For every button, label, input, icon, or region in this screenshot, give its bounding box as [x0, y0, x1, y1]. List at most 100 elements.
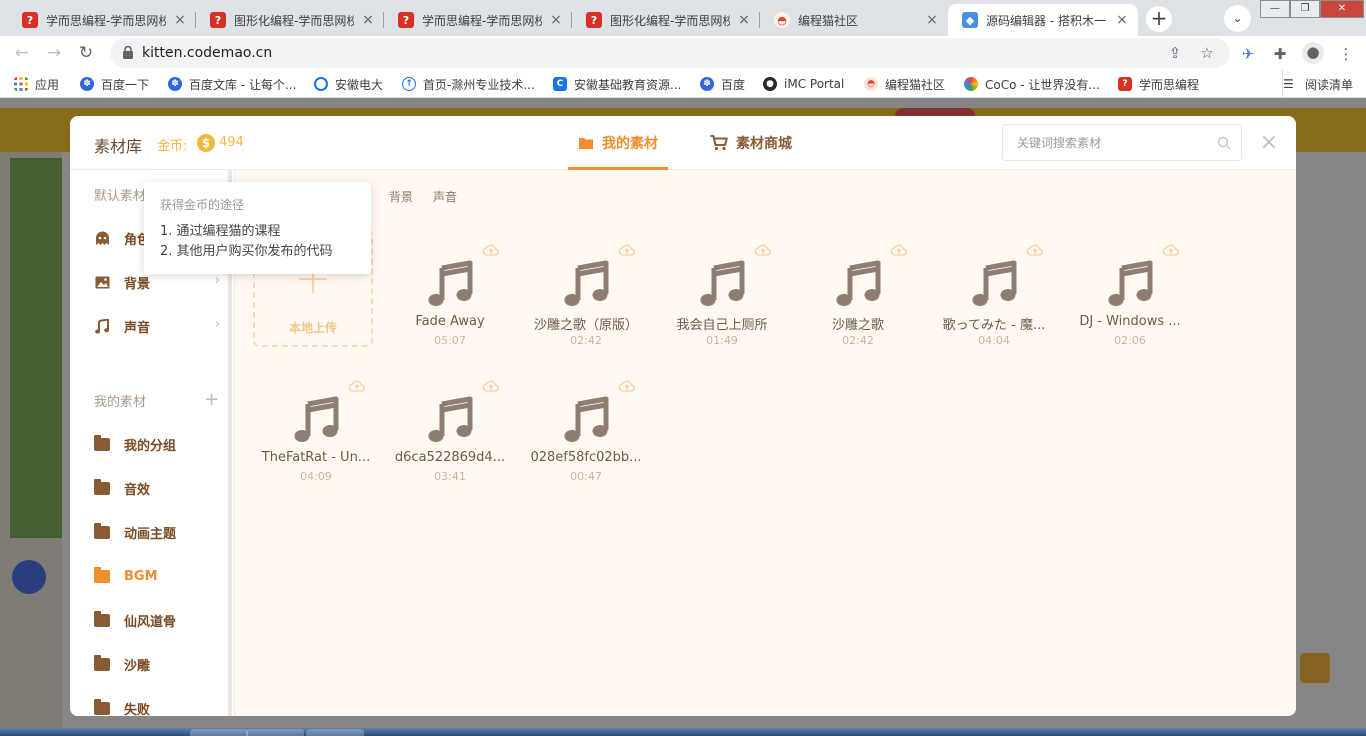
- reading-list-button[interactable]: ☰ 阅读清单: [1282, 70, 1353, 98]
- bookmark-apps[interactable]: 应用: [14, 70, 59, 98]
- tab-title: 学而思编程-学而思网校: [422, 13, 542, 28]
- chevron-right-icon: ›: [214, 317, 220, 332]
- window-close-icon[interactable]: ✕: [1320, 0, 1364, 18]
- sound-card[interactable]: 028ef58fc02bb... 00:47: [519, 372, 653, 490]
- forward-button[interactable]: →: [42, 41, 66, 65]
- sound-name: 028ef58fc02bb...: [530, 450, 642, 465]
- close-icon[interactable]: ×: [1114, 12, 1130, 28]
- browser-tab-active[interactable]: ◆ 源码编辑器 - 搭积木一 ×: [948, 4, 1138, 36]
- tab-search-button[interactable]: ⌄: [1224, 5, 1251, 32]
- sound-card[interactable]: 我会自己上厕所 01:49: [655, 236, 789, 354]
- sub-tab-sound[interactable]: 声音: [433, 188, 457, 205]
- sidebar-item-background[interactable]: 背景 ›: [94, 271, 220, 293]
- tab-material-shop[interactable]: 素材商城: [710, 116, 792, 170]
- bookmark-label: 学而思编程: [1139, 77, 1200, 92]
- sound-duration: 02:42: [842, 334, 874, 347]
- close-modal-icon[interactable]: ×: [1258, 132, 1280, 154]
- bookmark-label: 安徽基础教育资源...: [574, 77, 682, 92]
- sound-duration: 02:42: [570, 334, 602, 347]
- more-menu-icon[interactable]: ⋮: [1336, 44, 1356, 64]
- modal-title: 素材库: [94, 137, 143, 156]
- browser-tab[interactable]: ◓ 编程猫社区 ×: [760, 4, 948, 36]
- sound-card[interactable]: DJ - Windows ... 02:06: [1063, 236, 1197, 354]
- tab-title: 图形化编程-学而思网校: [610, 13, 730, 28]
- cloud-upload-icon[interactable]: [754, 244, 771, 256]
- extension-bird-icon[interactable]: ✈: [1238, 44, 1258, 64]
- cloud-upload-icon[interactable]: [1162, 244, 1179, 256]
- sound-card[interactable]: 歌ってみた - 魔... 04:04: [927, 236, 1061, 354]
- bookmark-item[interactable]: CoCo - 让世界没有...: [964, 70, 1100, 98]
- bookmark-item[interactable]: ◓ 编程猫社区: [864, 70, 945, 98]
- sound-card[interactable]: 沙雕之歌 02:42: [791, 236, 925, 354]
- sound-card[interactable]: Fade Away 05:07: [383, 236, 517, 354]
- cloud-upload-icon[interactable]: [482, 244, 499, 256]
- sidebar-group-item[interactable]: 我的分组: [94, 433, 220, 455]
- browser-tab[interactable]: ? 图形化编程-学而思网校 ×: [572, 4, 760, 36]
- add-group-icon[interactable]: +: [204, 391, 219, 409]
- os-taskbar: [0, 728, 1366, 736]
- profile-avatar[interactable]: ●: [1302, 42, 1324, 64]
- tab-title: 学而思编程-学而思网校: [46, 13, 166, 28]
- bookmark-item[interactable]: ✽ 百度一下: [80, 70, 149, 98]
- address-bar[interactable]: kitten.codemao.cn ⇪ ☆: [110, 38, 1230, 68]
- tab-label: 我的素材: [602, 136, 658, 152]
- tab-title: 源码编辑器 - 搭积木一: [986, 13, 1106, 28]
- bookmark-label: 应用: [35, 77, 60, 92]
- maximize-icon[interactable]: ❐: [1290, 0, 1320, 18]
- bookmark-item[interactable]: ✽ 百度文库 - 让每个...: [168, 70, 296, 98]
- sidebar-group-item[interactable]: 仙风道骨: [94, 609, 220, 631]
- browser-tab[interactable]: ? 学而思编程-学而思网校 ×: [384, 4, 572, 36]
- sub-tab-background[interactable]: 背景: [389, 188, 413, 205]
- cloud-upload-icon[interactable]: [348, 380, 365, 392]
- bookmark-item[interactable]: ↑ 首页-滁州专业技术...: [402, 70, 535, 98]
- sidebar-item-label: BGM: [124, 568, 158, 584]
- sidebar-group-item[interactable]: 动画主题: [94, 521, 220, 543]
- sound-card[interactable]: d6ca522869d4... 03:41: [383, 372, 517, 490]
- cloud-upload-icon[interactable]: [482, 380, 499, 392]
- bookmark-item[interactable]: ● iMC Portal: [763, 70, 844, 98]
- sound-card[interactable]: TheFatRat - Un... 04:09: [249, 372, 383, 490]
- question-icon: ?: [22, 12, 38, 28]
- star-icon[interactable]: ☆: [1198, 44, 1216, 62]
- close-icon[interactable]: ×: [924, 12, 940, 28]
- sidebar-group-item[interactable]: 音效: [94, 477, 220, 499]
- sound-card[interactable]: 沙雕之歌（原版） 02:42: [519, 236, 653, 354]
- coins-label[interactable]: 金币:: [157, 135, 187, 154]
- browser-tab[interactable]: ? 图形化编程-学而思网校 ×: [196, 4, 384, 36]
- bookmark-item[interactable]: ? 学而思编程: [1118, 70, 1199, 98]
- minimize-icon[interactable]: —: [1260, 0, 1290, 18]
- back-button[interactable]: ←: [10, 41, 34, 65]
- close-icon[interactable]: ×: [172, 12, 188, 28]
- reading-list-label: 阅读清单: [1305, 77, 1354, 92]
- bookmark-item[interactable]: ✽ 百度: [700, 70, 745, 98]
- search-icon[interactable]: [1217, 136, 1231, 150]
- taskbar-item[interactable]: [246, 729, 304, 736]
- taskbar-item[interactable]: [306, 729, 364, 736]
- sound-name: 歌ってみた - 魔...: [942, 318, 1046, 333]
- sidebar-group-item-active[interactable]: BGM: [94, 565, 220, 587]
- close-icon[interactable]: ×: [548, 12, 564, 28]
- taskbar-item[interactable]: [190, 729, 248, 736]
- sidebar-group-item[interactable]: 失败: [94, 697, 220, 716]
- music-note-icon: [834, 260, 882, 308]
- close-icon[interactable]: ×: [736, 12, 752, 28]
- cloud-upload-icon[interactable]: [618, 380, 635, 392]
- cloud-upload-icon[interactable]: [618, 244, 635, 256]
- new-tab-button[interactable]: +: [1146, 6, 1172, 32]
- window-controls: — ❐ ✕: [1260, 0, 1364, 18]
- sidebar-item-sound[interactable]: 声音 ›: [94, 315, 220, 337]
- sidebar-item-label: 我的分组: [124, 438, 177, 454]
- bookmark-item[interactable]: C 安徽基础教育资源...: [553, 70, 681, 98]
- cloud-upload-icon[interactable]: [1026, 244, 1043, 256]
- puzzle-icon[interactable]: ✚: [1270, 44, 1290, 64]
- browser-tab[interactable]: ? 学而思编程-学而思网校 ×: [8, 4, 196, 36]
- tab-my-materials[interactable]: 我的素材: [568, 116, 668, 170]
- search-input[interactable]: [1003, 125, 1203, 160]
- share-icon[interactable]: ⇪: [1166, 44, 1184, 62]
- sidebar-item-label: 声音: [124, 320, 151, 336]
- bookmark-item[interactable]: 安徽电大: [314, 70, 383, 98]
- close-icon[interactable]: ×: [360, 12, 376, 28]
- cloud-upload-icon[interactable]: [890, 244, 907, 256]
- sidebar-group-item[interactable]: 沙雕: [94, 653, 220, 675]
- reload-button[interactable]: ↻: [74, 41, 98, 65]
